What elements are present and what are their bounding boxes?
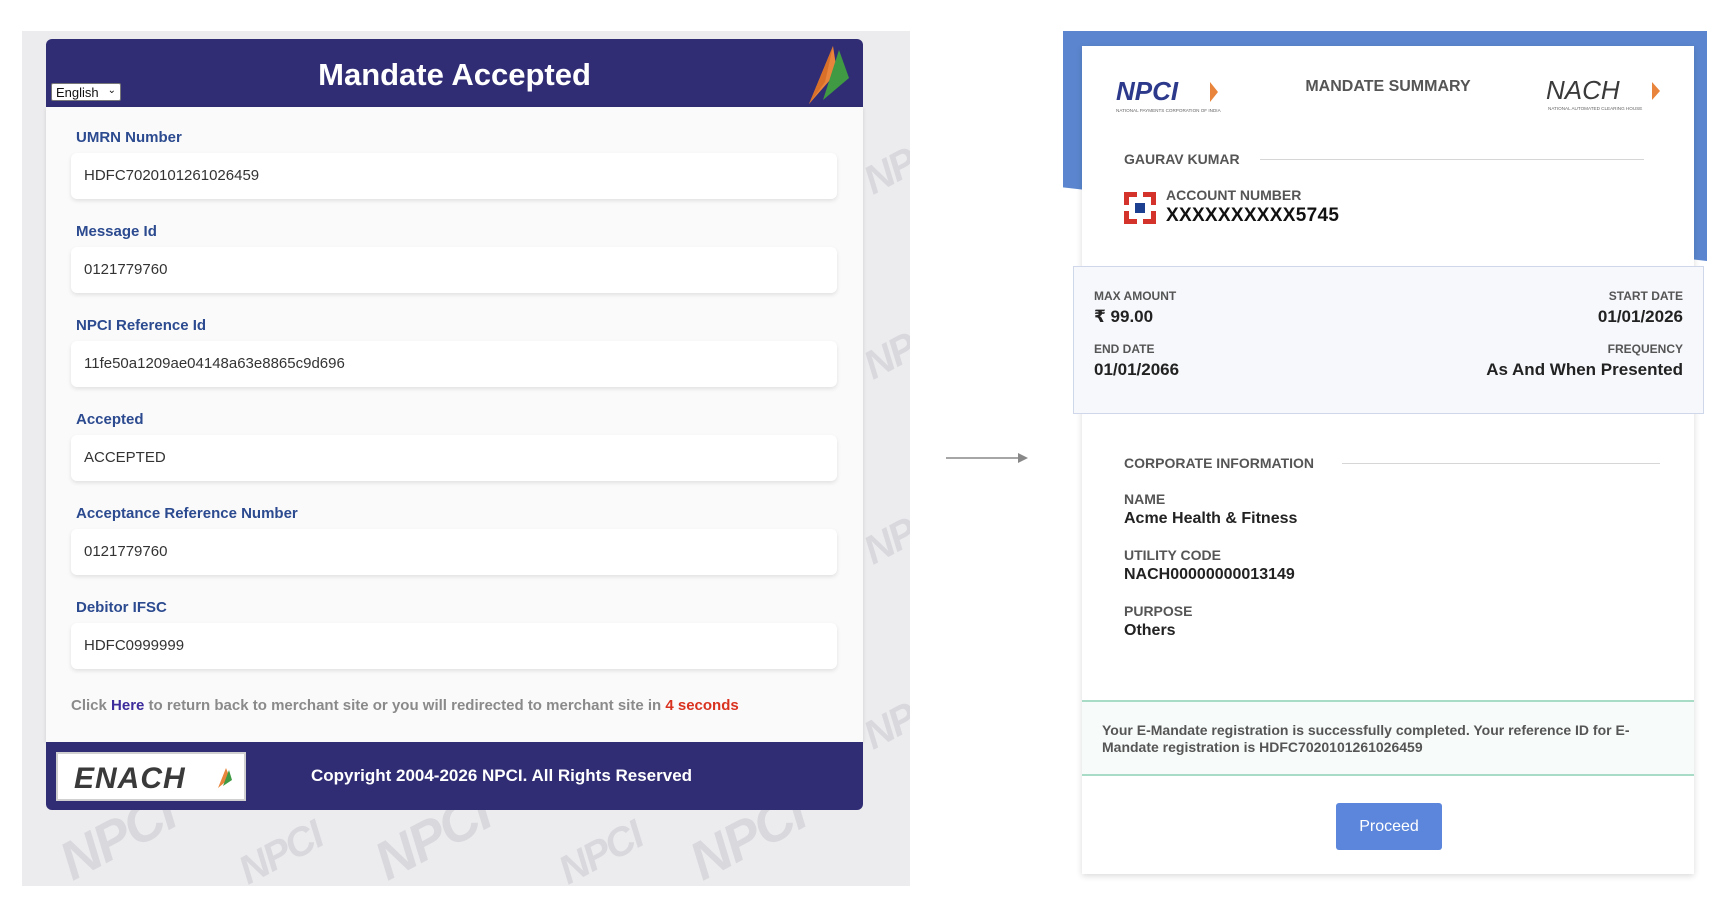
accepted-label: Accepted — [76, 411, 144, 428]
start-date-value: 01/01/2026 — [1597, 307, 1683, 326]
acceptance-reference-field: 0121779760 — [71, 529, 837, 575]
success-message: Your E-Mandate registration is successfu… — [1102, 722, 1677, 756]
language-selected: English — [56, 85, 99, 100]
frequency-value: As And When Presented — [1486, 360, 1683, 379]
page-header: Mandate Accepted English ⌄ — [46, 39, 863, 107]
corporate-name-value: Acme Health & Fitness — [1124, 510, 1298, 527]
success-message-box: Your E-Mandate registration is successfu… — [1082, 700, 1694, 776]
proceed-button[interactable]: Proceed — [1336, 803, 1442, 850]
umrn-label: UMRN Number — [76, 129, 182, 146]
max-amount-label: MAX AMOUNT — [1094, 289, 1177, 303]
account-number-value: XXXXXXXXXX5745 — [1166, 205, 1340, 226]
redirect-middle: to return back to merchant site or you w… — [144, 697, 666, 714]
npci-watermark: NPCI — [856, 678, 910, 759]
accepted-value: ACCEPTED — [84, 449, 166, 466]
debitor-ifsc-field: HDFC0999999 — [71, 623, 837, 669]
nach-logo: NACH NATIONAL AUTOMATED CLEARING HOUSE — [1546, 75, 1660, 111]
debitor-ifsc-label: Debitor IFSC — [76, 599, 167, 616]
debitor-ifsc-value: HDFC0999999 — [84, 637, 185, 654]
mandate-summary-card: NPCI NATIONAL PAYMENTS CORPORATION OF IN… — [1082, 46, 1694, 874]
account-holder-name: GAURAV KUMAR — [1124, 151, 1240, 167]
npci-watermark: NPCI — [856, 123, 910, 204]
npci-watermark: NPCI — [551, 813, 650, 886]
utility-code-label: UTILITY CODE — [1124, 547, 1221, 563]
flag-logo-icon — [809, 46, 849, 104]
end-date-label: END DATE — [1094, 342, 1155, 356]
chevron-down-icon: ⌄ — [107, 85, 116, 96]
npci-watermark: NPCI — [856, 308, 910, 389]
return-here-link[interactable]: Here — [111, 697, 144, 714]
end-date-value: 01/01/2066 — [1094, 360, 1180, 379]
mandate-amount-panel: MAX AMOUNT ₹ 99.00 START DATE 01/01/2026… — [1073, 266, 1704, 414]
npci-reference-label: NPCI Reference Id — [76, 317, 207, 334]
npci-reference-value: 11fe50a1209ae04148a63e8865c9d696 — [84, 355, 345, 372]
npci-watermark: NPCI — [856, 493, 910, 574]
acceptance-reference-value: 0121779760 — [84, 543, 168, 560]
utility-code-value: NACH00000000013149 — [1124, 566, 1295, 583]
redirect-message: Click Here to return back to merchant si… — [71, 697, 739, 714]
max-amount-value: ₹ 99.00 — [1094, 307, 1154, 326]
page-title: Mandate Accepted — [318, 57, 591, 92]
account-number-label: ACCOUNT NUMBER — [1166, 187, 1302, 203]
message-id-field: 0121779760 — [71, 247, 837, 293]
nach-logo-text: NACH — [1546, 75, 1620, 105]
enach-logo-text: ENACH — [74, 762, 186, 795]
npci-logo-subtitle: NATIONAL PAYMENTS CORPORATION OF INDIA — [1116, 108, 1222, 113]
message-id-value: 0121779760 — [84, 261, 168, 278]
umrn-value: HDFC7020101261026459 — [84, 167, 260, 184]
page-footer: ENACH Copyright 2004-2026 NPCI. All Righ… — [46, 742, 863, 810]
purpose-value: Others — [1124, 622, 1176, 639]
divider — [1342, 463, 1660, 464]
flag-logo-icon — [218, 768, 232, 788]
redirect-countdown: 4 seconds — [665, 697, 739, 714]
corporate-info-title: CORPORATE INFORMATION — [1124, 455, 1315, 471]
npci-reference-field: 11fe50a1209ae04148a63e8865c9d696 — [71, 341, 837, 387]
language-select[interactable]: English ⌄ — [51, 83, 121, 101]
nach-logo-subtitle: NATIONAL AUTOMATED CLEARING HOUSE — [1548, 106, 1642, 111]
redirect-prefix: Click — [71, 697, 112, 714]
enach-logo: ENACH — [56, 752, 246, 801]
purpose-label: PURPOSE — [1124, 603, 1193, 619]
success-reference-id: HDFC7020101261026459 — [1259, 739, 1423, 755]
corporate-name-label: NAME — [1124, 491, 1166, 507]
acceptance-reference-label: Acceptance Reference Number — [76, 505, 298, 522]
divider — [1260, 159, 1644, 160]
umrn-field: HDFC7020101261026459 — [71, 153, 837, 199]
mandate-accepted-page: NPCI NPCI NPCI NPCI NPCI NPCI NPCI NPCI … — [22, 31, 910, 886]
accepted-field: ACCEPTED — [71, 435, 837, 481]
start-date-label: START DATE — [1608, 289, 1683, 303]
frequency-label: FREQUENCY — [1607, 342, 1683, 356]
mandate-details-card: UMRN Number HDFC7020101261026459 Message… — [46, 107, 863, 742]
message-id-label: Message Id — [76, 223, 157, 240]
bank-logo-icon — [1124, 192, 1156, 224]
npci-watermark: NPCI — [231, 813, 330, 886]
copyright-text: Copyright 2004-2026 NPCI. All Rights Res… — [311, 766, 693, 785]
arrow-right-icon — [946, 453, 1028, 463]
